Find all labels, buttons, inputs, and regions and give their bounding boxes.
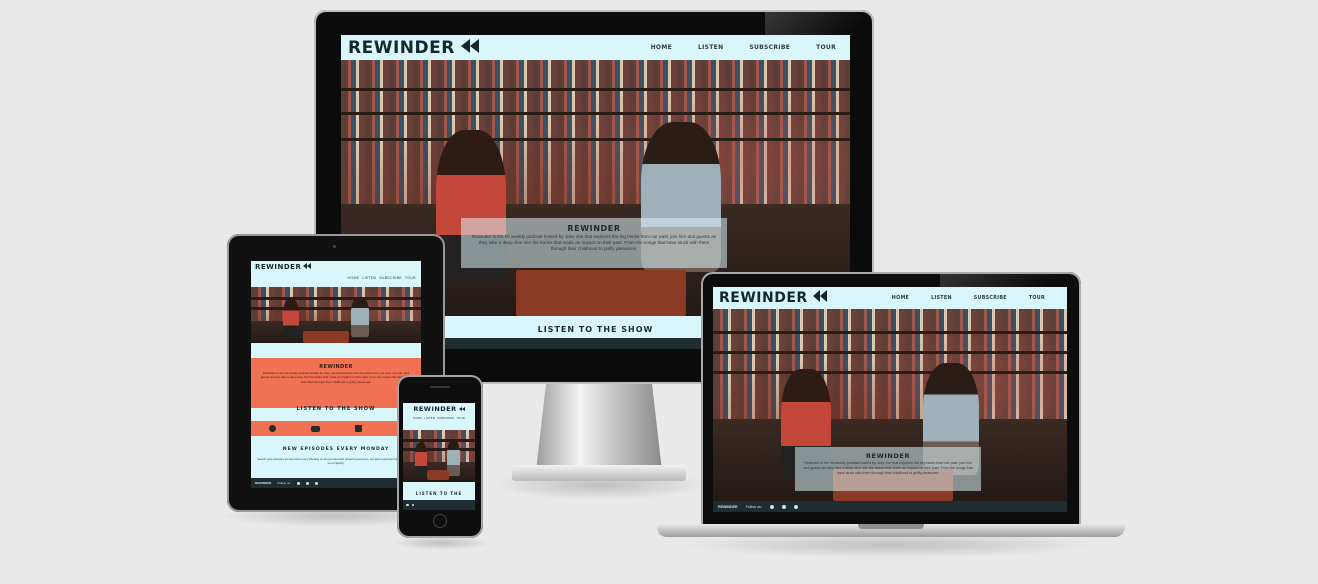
phone-nav-links: HOME LISTEN SUBSCRIBE TOUR [403,417,475,420]
tablet-nav-links: HOME LISTEN SUBSCRIBE TOUR [348,276,416,280]
tablet-listen-title: LISTEN TO THE SHOW [296,406,376,412]
nav-tour[interactable]: TOUR [1029,296,1045,301]
nav-listen[interactable]: LISTEN [931,296,952,301]
nav-subscribe[interactable]: SUBSCRIBE [379,276,402,280]
facebook-icon[interactable] [769,504,774,509]
hero-text: Rewinder is the hit weekly podcast hoste… [803,461,973,475]
hero-title: REWINDER [865,452,911,460]
nav-tour[interactable]: TOUR [405,276,416,280]
nav-listen[interactable]: LISTEN [362,276,376,280]
facebook-icon[interactable] [296,481,300,485]
hero-title: REWINDER [567,224,621,233]
phone-speaker [430,386,450,388]
brand-text: REWINDER [413,404,457,413]
nav-subscribe[interactable]: SUBSCRIBE [974,296,1007,301]
footer-brand: REWINDER [255,481,272,485]
hero-text: Rewinder is the hit weekly podcast hoste… [471,234,717,251]
rewind-icon [303,263,312,271]
footer-follow: Follow us: [277,481,291,485]
tablet-platform-bar [251,421,421,436]
phone-navbar: REWINDER [403,403,475,414]
rewind-icon [458,405,465,413]
imac-hero-panel: REWINDER Rewinder is the hit weekly podc… [461,218,727,268]
rewind-icon [812,290,827,306]
imac-stand-base [512,465,686,481]
nav-home[interactable]: HOME [651,44,672,51]
nav-home[interactable]: HOME [348,276,360,280]
spotify-icon[interactable] [268,425,276,432]
nav-subscribe[interactable]: SUBSCRIBE [437,417,454,420]
tablet-brand[interactable]: REWINDER [255,263,312,271]
brand-text: REWINDER [255,263,302,271]
tiktok-icon[interactable] [314,481,318,485]
youtube-icon[interactable] [310,425,320,432]
phone-shadow [392,536,492,550]
tablet-navbar: REWINDER [251,261,421,273]
imac-stand-neck [536,383,662,471]
nav-listen[interactable]: LISTEN [424,417,435,420]
tiktok-icon[interactable] [793,504,798,509]
laptop-footer: REWINDER Follow us: [713,501,1067,512]
tablet-screen: REWINDER HOME LISTEN SUBSCRIBE TOUR REWI… [251,261,421,488]
twitter-icon[interactable] [305,481,309,485]
footer-brand: REWINDER [718,504,738,509]
rewind-icon [460,38,479,58]
nav-tour[interactable]: TOUR [456,417,465,420]
nav-home[interactable]: HOME [892,296,909,301]
laptop-brand[interactable]: REWINDER [719,290,827,306]
phone-screen: REWINDER HOME LISTEN SUBSCRIBE TOUR LIST… [403,403,475,510]
phone-hero-image [403,430,475,482]
twitter-icon[interactable] [781,504,786,509]
imac-nav-links: HOME LISTEN SUBSCRIBE TOUR [651,44,836,51]
tablet-intro-block: REWINDER Rewinder is the hit weekly podc… [251,358,421,408]
laptop-notch [858,524,924,529]
twitch-icon[interactable] [354,425,362,432]
phone-brand[interactable]: REWINDER [413,404,465,413]
tablet-hero-image [251,287,421,343]
brand-text: REWINDER [348,37,455,58]
tablet-footer: REWINDER Follow us: [251,478,421,488]
nav-listen[interactable]: LISTEN [698,44,723,51]
tiktok-icon[interactable] [411,503,414,507]
laptop-hero-panel: REWINDER Rewinder is the hit weekly podc… [795,447,981,491]
nav-tour[interactable]: TOUR [816,44,836,51]
laptop-navbar: REWINDER HOME LISTEN SUBSCRIBE TOUR [713,287,1067,309]
laptop-screen: REWINDER HOME LISTEN SUBSCRIBE TOUR REWI… [713,287,1067,512]
nav-subscribe[interactable]: SUBSCRIBE [749,44,790,51]
laptop-nav-links: HOME LISTEN SUBSCRIBE TOUR [892,296,1045,301]
tablet-camera [333,245,336,248]
phone-home-button[interactable] [433,514,447,528]
nav-home[interactable]: HOME [413,417,422,420]
twitter-icon[interactable] [406,503,409,507]
imac-navbar: REWINDER HOME LISTEN SUBSCRIBE TOUR [341,35,850,60]
laptop-hero-image: REWINDER Rewinder is the hit weekly podc… [713,309,1067,501]
brand-text: REWINDER [719,290,808,306]
phone-footer [403,500,475,510]
phone-listen-title: LISTEN TO THE [415,491,463,496]
footer-follow: Follow us: [745,504,762,509]
tablet-episodes-text: Search new episodes are launched every M… [257,457,415,465]
imac-brand[interactable]: REWINDER [348,38,479,58]
hero-text: Rewinder is the hit weekly podcast hoste… [260,371,412,384]
tablet-episodes-title: NEW EPISODES EVERY MONDAY [282,447,390,452]
